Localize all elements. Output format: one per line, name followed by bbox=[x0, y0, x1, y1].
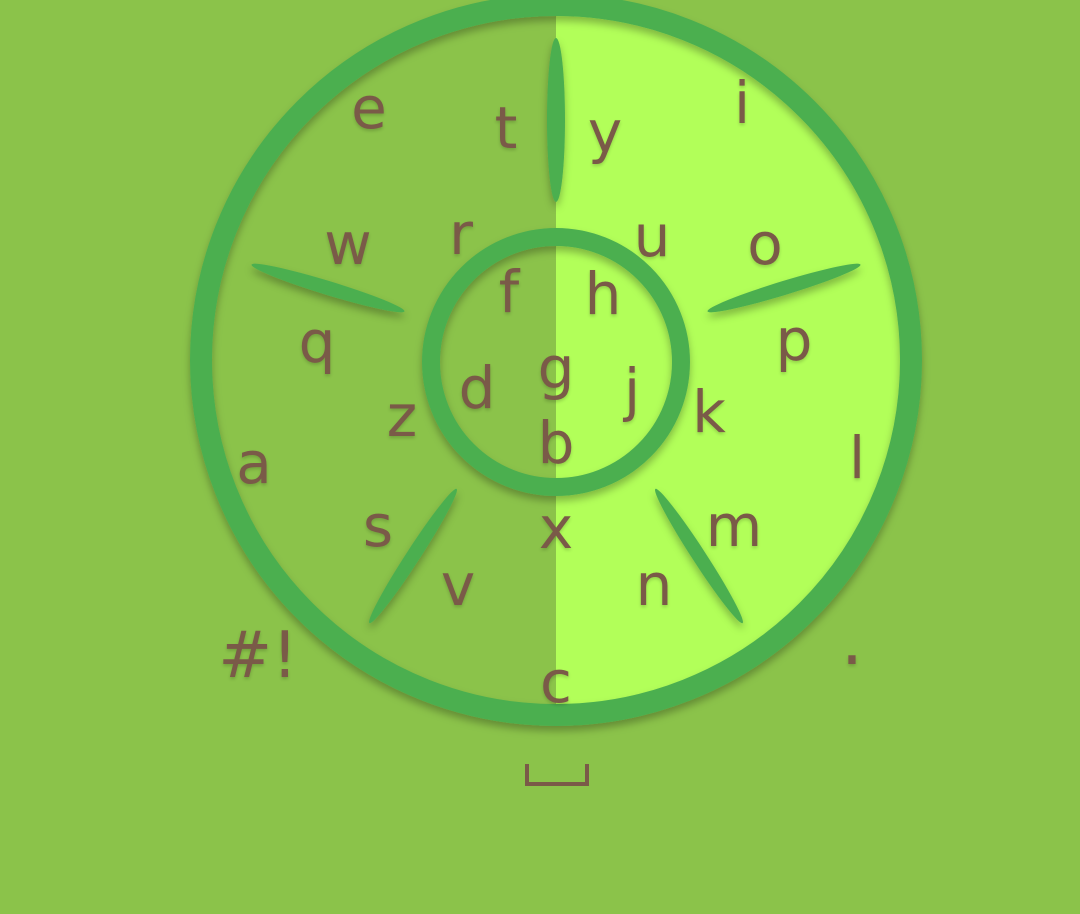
key-c[interactable]: c bbox=[540, 653, 572, 711]
key-k[interactable]: k bbox=[692, 383, 726, 441]
symbols-key[interactable]: #! bbox=[218, 624, 297, 688]
key-d[interactable]: d bbox=[459, 359, 496, 417]
key-a[interactable]: a bbox=[236, 434, 272, 492]
key-t[interactable]: t bbox=[495, 99, 518, 157]
key-i[interactable]: i bbox=[734, 74, 750, 132]
key-m[interactable]: m bbox=[706, 497, 763, 555]
space-key[interactable] bbox=[525, 764, 589, 790]
key-y[interactable]: y bbox=[588, 103, 622, 161]
key-q[interactable]: q bbox=[299, 313, 336, 371]
key-w[interactable]: w bbox=[324, 215, 371, 273]
circular-keyboard: e t y i w r u o f h q p g d j z k b a l … bbox=[0, 0, 1080, 914]
key-f[interactable]: f bbox=[499, 263, 519, 321]
key-x[interactable]: x bbox=[539, 499, 573, 557]
key-l[interactable]: l bbox=[849, 429, 865, 487]
key-o[interactable]: o bbox=[747, 215, 783, 273]
key-h[interactable]: h bbox=[585, 265, 622, 323]
key-r[interactable]: r bbox=[449, 205, 473, 263]
key-v[interactable]: v bbox=[441, 556, 475, 614]
key-j[interactable]: j bbox=[624, 361, 640, 419]
key-e[interactable]: e bbox=[351, 79, 387, 137]
period-key[interactable]: . bbox=[841, 605, 863, 675]
key-g[interactable]: g bbox=[538, 339, 575, 397]
key-b[interactable]: b bbox=[538, 414, 575, 472]
key-z[interactable]: z bbox=[387, 387, 417, 445]
divider-spoke-top bbox=[547, 38, 565, 202]
key-u[interactable]: u bbox=[634, 207, 671, 265]
key-p[interactable]: p bbox=[776, 311, 813, 369]
key-s[interactable]: s bbox=[363, 497, 393, 555]
key-n[interactable]: n bbox=[636, 556, 673, 614]
space-bar-icon bbox=[525, 764, 589, 786]
